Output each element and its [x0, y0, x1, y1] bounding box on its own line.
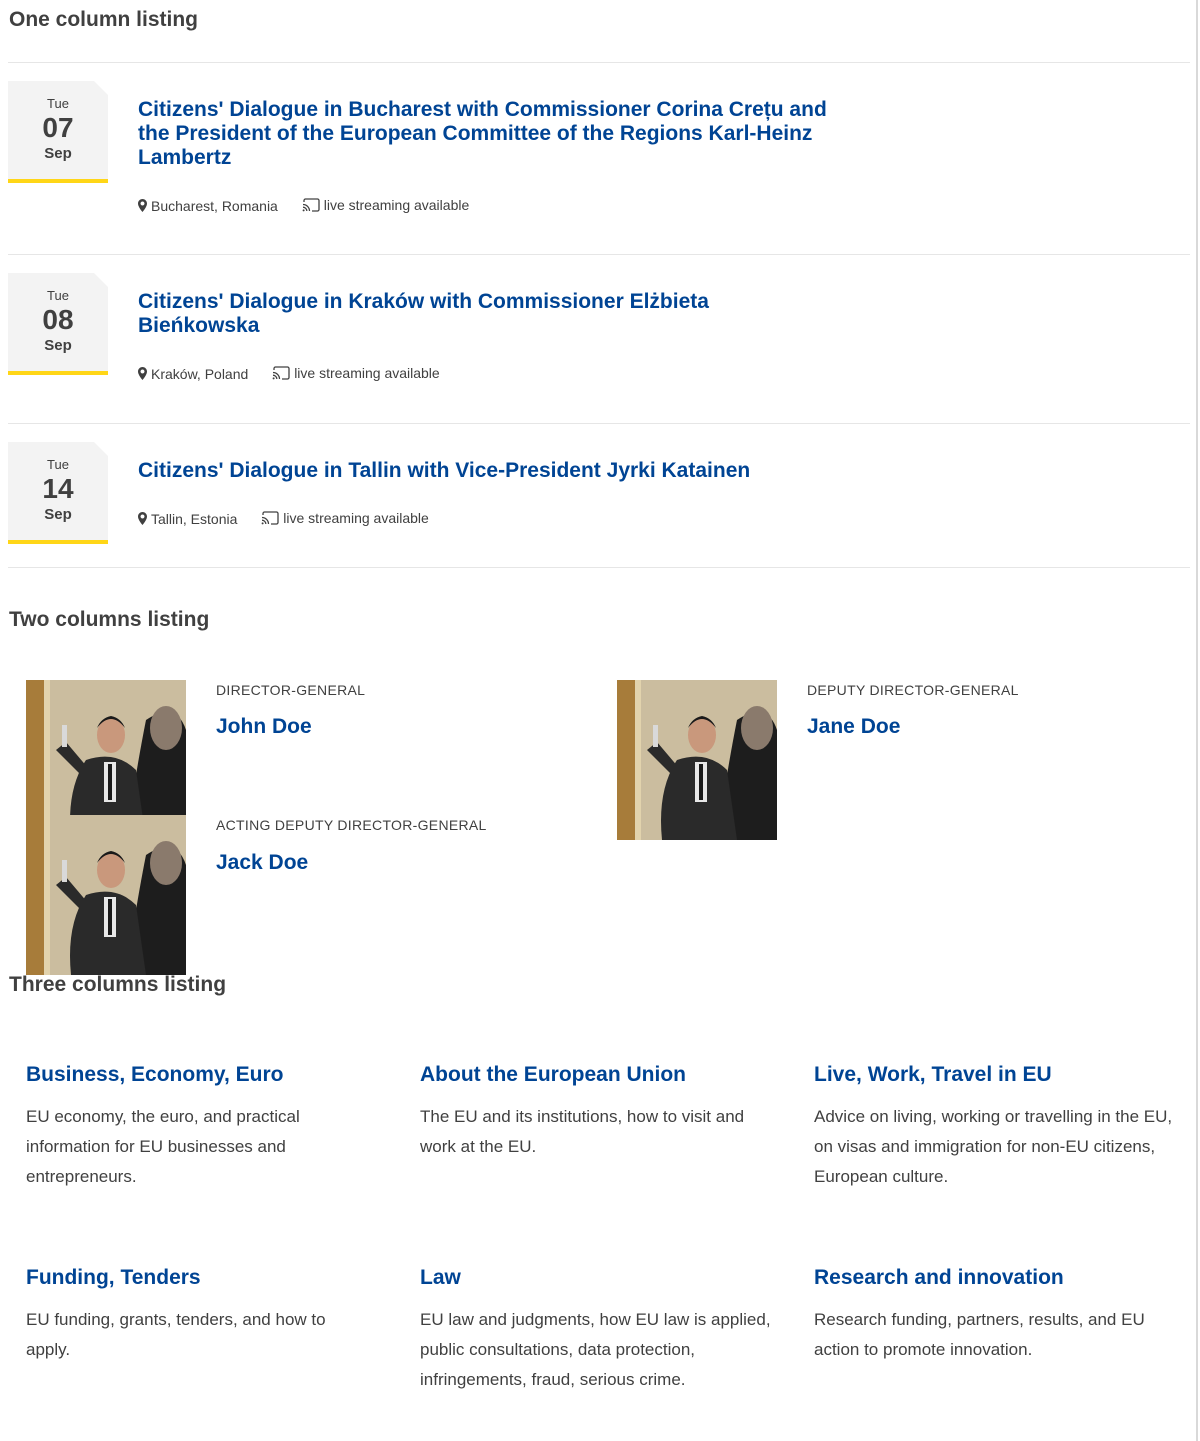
event-meta: Kraków, Poland live streaming available	[138, 364, 460, 384]
topic-description: EU funding, grants, tenders, and how to …	[26, 1310, 326, 1359]
event-location: Kraków, Poland	[138, 365, 248, 383]
page-right-border	[1196, 0, 1198, 1441]
event-date: Tue 14 Sep	[8, 442, 108, 544]
person-photo[interactable]	[617, 680, 777, 840]
person-photo[interactable]	[26, 815, 186, 975]
one-column-heading: One column listing	[9, 8, 199, 31]
topic-card: About the European Union The EU and its …	[420, 1062, 780, 1162]
event-title-link[interactable]: Citizens' Dialogue in Bucharest with Com…	[138, 98, 838, 170]
topic-title-link[interactable]: Business, Economy, Euro	[26, 1062, 386, 1088]
divider	[8, 62, 1190, 63]
event-month: Sep	[44, 506, 72, 523]
event-weekday: Tue	[47, 288, 69, 303]
person-name-link[interactable]: John Doe	[216, 715, 312, 739]
map-marker-icon	[138, 512, 147, 525]
cast-icon	[302, 198, 320, 212]
topic-description: The EU and its institutions, how to visi…	[420, 1107, 745, 1156]
person-name-link[interactable]: Jack Doe	[216, 851, 308, 875]
topic-card: Research and innovation Research funding…	[814, 1265, 1174, 1365]
event-day: 08	[42, 304, 74, 335]
person-name-link[interactable]: Jane Doe	[807, 715, 900, 739]
person-photo[interactable]	[26, 680, 186, 815]
event-title-link[interactable]: Citizens' Dialogue in Kraków with Commis…	[138, 290, 778, 338]
person-photo-image	[26, 680, 186, 815]
event-meta: Tallin, Estonia live streaming available	[138, 509, 449, 529]
event-month: Sep	[44, 337, 72, 354]
event-location: Tallin, Estonia	[138, 510, 237, 528]
map-marker-icon	[138, 367, 147, 380]
topic-description: EU law and judgments, how EU law is appl…	[420, 1310, 771, 1389]
event-day: 14	[42, 473, 74, 504]
event-month: Sep	[44, 145, 72, 162]
topic-description: Advice on living, working or travelling …	[814, 1107, 1173, 1186]
event-item: Tue 08 Sep Citizens' Dialogue in Kraków …	[8, 273, 1190, 403]
event-streaming: live streaming available	[261, 509, 429, 527]
event-weekday: Tue	[47, 96, 69, 111]
event-location-text: Kraków, Poland	[151, 365, 249, 382]
event-location: Bucharest, Romania	[138, 197, 278, 215]
topic-card: Business, Economy, Euro EU economy, the …	[26, 1062, 386, 1192]
event-weekday: Tue	[47, 457, 69, 472]
event-day: 07	[42, 112, 74, 143]
person-photo-image	[26, 815, 186, 975]
topic-description: Research funding, partners, results, and…	[814, 1310, 1145, 1359]
topic-title-link[interactable]: Law	[420, 1265, 780, 1291]
topic-title-link[interactable]: Funding, Tenders	[26, 1265, 386, 1291]
topic-title-link[interactable]: Live, Work, Travel in EU	[814, 1062, 1174, 1088]
event-streaming: live streaming available	[272, 364, 440, 382]
person-photo-image	[617, 680, 777, 840]
event-item: Tue 07 Sep Citizens' Dialogue in Buchare…	[8, 81, 1190, 231]
person-role: Director-General	[216, 682, 366, 698]
divider	[8, 423, 1190, 424]
person-role: Acting Deputy Director-General	[216, 817, 487, 833]
event-location-text: Tallin, Estonia	[151, 510, 238, 527]
two-columns-heading: Two columns listing	[9, 608, 210, 631]
divider	[8, 254, 1190, 255]
cast-icon	[261, 511, 279, 525]
person-role: Deputy Director-General	[807, 682, 1019, 698]
event-meta: Bucharest, Romania live streaming availa…	[138, 196, 489, 216]
event-streaming-text: live streaming available	[323, 197, 470, 213]
topic-card: Funding, Tenders EU funding, grants, ten…	[26, 1265, 386, 1365]
event-date: Tue 08 Sep	[8, 273, 108, 375]
event-item: Tue 14 Sep Citizens' Dialogue in Tallin …	[8, 442, 1190, 552]
event-streaming: live streaming available	[302, 196, 470, 214]
divider	[8, 567, 1190, 568]
event-streaming-text: live streaming available	[283, 510, 429, 526]
map-marker-icon	[138, 199, 147, 212]
event-title-link[interactable]: Citizens' Dialogue in Tallin with Vice-P…	[138, 459, 838, 483]
cast-icon	[272, 366, 290, 380]
topic-description: EU economy, the euro, and practical info…	[26, 1107, 300, 1186]
topic-card: Live, Work, Travel in EU Advice on livin…	[814, 1062, 1174, 1192]
event-location-text: Bucharest, Romania	[151, 197, 278, 214]
event-streaming-text: live streaming available	[294, 365, 440, 381]
three-columns-heading: Three columns listing	[9, 973, 227, 996]
event-date: Tue 07 Sep	[8, 81, 108, 183]
topic-title-link[interactable]: Research and innovation	[814, 1265, 1174, 1291]
topic-card: Law EU law and judgments, how EU law is …	[420, 1265, 780, 1395]
topic-title-link[interactable]: About the European Union	[420, 1062, 780, 1088]
